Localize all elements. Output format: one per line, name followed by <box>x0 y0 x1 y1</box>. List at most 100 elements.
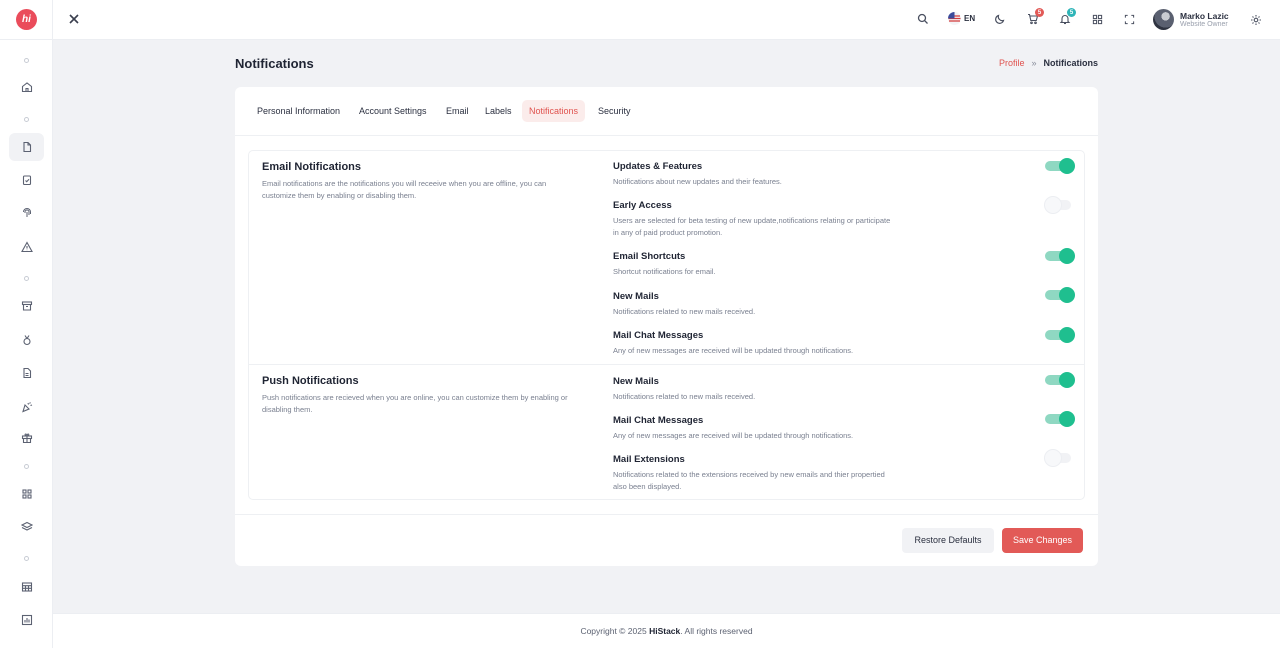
cart-count-badge: 5 <box>1035 8 1044 17</box>
cart-button[interactable]: 5 <box>1027 8 1044 25</box>
setting-title: Mail Extensions <box>613 454 685 465</box>
apps-menu-button[interactable] <box>1092 14 1103 25</box>
moon-icon <box>995 14 1005 24</box>
sidebar-item-tasks[interactable] <box>9 166 44 194</box>
user-name: Marko Lazic <box>1180 11 1229 21</box>
restore-defaults-button[interactable]: Restore Defaults <box>902 528 994 553</box>
fullscreen-button[interactable] <box>1124 14 1135 25</box>
copyright-text: Copyright © 2025 <box>580 626 650 636</box>
clipboard-check-icon <box>22 175 31 186</box>
file-icon <box>22 141 31 153</box>
gear-icon <box>1251 15 1261 25</box>
gift-icon <box>21 433 32 444</box>
menu-category-dot <box>24 556 29 561</box>
search-button[interactable] <box>917 13 929 25</box>
footer-brand-link[interactable]: HiStack <box>649 626 680 636</box>
sidebar-item-badges[interactable] <box>9 326 44 354</box>
page-footer: Copyright © 2025 HiStack. All rights res… <box>53 613 1280 648</box>
setting-title: New Mails <box>613 291 659 302</box>
logo-area: hi <box>0 0 53 40</box>
setting-description: Shortcut notifications for email. <box>613 267 716 276</box>
setting-description: Notifications about new updates and thei… <box>613 177 782 186</box>
notification-settings-panel: Email Notifications Email notifications … <box>248 150 1085 500</box>
setting-title: Mail Chat Messages <box>613 415 704 426</box>
sidebar-item-celebrate[interactable] <box>9 393 44 421</box>
fingerprint-icon <box>22 208 31 217</box>
toggle-updates-features[interactable] <box>1045 157 1075 175</box>
settings-button[interactable] <box>1250 14 1262 26</box>
sidebar-item-authentication[interactable] <box>9 199 44 227</box>
setting-title: Email Shortcuts <box>613 251 686 262</box>
us-flag-icon <box>948 12 961 25</box>
setting-title: Mail Chat Messages <box>613 330 704 341</box>
settings-tabs: Personal Information Account Settings Em… <box>235 87 1098 136</box>
app-logo[interactable]: hi <box>16 9 37 30</box>
search-icon <box>917 13 928 24</box>
sidebar-item-pages[interactable] <box>9 133 44 161</box>
language-selector[interactable]: EN <box>948 12 975 25</box>
close-icon <box>69 14 79 24</box>
table-icon <box>21 582 32 592</box>
tab-notifications[interactable]: Notifications <box>522 100 586 122</box>
tab-account-settings[interactable]: Account Settings <box>352 100 434 122</box>
grid-icon <box>21 489 32 499</box>
menu-category-dot <box>24 58 29 63</box>
breadcrumb-current: Notifications <box>1043 58 1098 68</box>
toggle-mail-chat-messages[interactable] <box>1045 326 1075 344</box>
user-profile-menu[interactable]: Marko Lazic Website Owner <box>1153 9 1229 30</box>
toggle-push-mail-extensions[interactable] <box>1045 449 1075 467</box>
push-notifications-description: Push notifications are recieved when you… <box>262 393 568 414</box>
tab-email[interactable]: Email <box>439 100 476 122</box>
toggle-early-access[interactable] <box>1045 196 1075 214</box>
sidebar-item-apps[interactable] <box>9 480 44 508</box>
sidebar-item-gifts[interactable] <box>9 424 44 452</box>
tab-personal-information[interactable]: Personal Information <box>250 100 347 122</box>
setting-description: Any of new messages are received will be… <box>613 346 854 355</box>
setting-description: Notifications related to the extensions … <box>613 470 885 491</box>
setting-title: New Mails <box>613 376 659 387</box>
setting-description: Users are selected for beta testing of n… <box>613 216 891 237</box>
fullscreen-icon <box>1124 14 1135 25</box>
sidebar-item-charts[interactable] <box>9 606 44 634</box>
save-changes-button[interactable]: Save Changes <box>1002 528 1083 553</box>
sidebar-item-dashboard[interactable] <box>9 73 44 101</box>
layers-icon <box>20 521 33 531</box>
apps-grid-icon <box>1092 14 1103 25</box>
breadcrumb-link-profile[interactable]: Profile <box>999 58 1025 68</box>
setting-title: Updates & Features <box>613 161 703 172</box>
user-role: Website Owner <box>1180 21 1228 28</box>
email-notifications-description: Email notifications are the notification… <box>262 179 547 200</box>
notifications-button[interactable]: 5 <box>1059 8 1076 25</box>
sidebar-item-documents[interactable] <box>9 359 44 387</box>
setting-title: Early Access <box>613 200 672 211</box>
theme-toggle-button[interactable] <box>994 13 1006 25</box>
sidebar-item-layers[interactable] <box>9 513 44 541</box>
toggle-push-new-mails[interactable] <box>1045 371 1075 389</box>
avatar <box>1153 9 1174 30</box>
setting-description: Notifications related to new mails recei… <box>613 307 756 316</box>
party-popper-icon <box>21 402 32 413</box>
toggle-email-shortcuts[interactable] <box>1045 247 1075 265</box>
toggle-push-mail-chat-messages[interactable] <box>1045 410 1075 428</box>
sidebar-item-archive[interactable] <box>9 292 44 320</box>
sidebar: hi <box>0 0 53 648</box>
push-notifications-title: Push Notifications <box>262 375 359 387</box>
tab-security[interactable]: Security <box>591 100 638 122</box>
language-code: EN <box>964 14 976 23</box>
close-sidebar-button[interactable] <box>68 13 80 25</box>
chart-icon <box>21 614 32 626</box>
section-divider <box>249 364 1084 365</box>
settings-card: Personal Information Account Settings Em… <box>235 87 1098 566</box>
document-icon <box>22 367 31 379</box>
sidebar-item-tables[interactable] <box>9 573 44 601</box>
menu-category-dot <box>24 276 29 281</box>
setting-description: Any of new messages are received will be… <box>613 431 854 440</box>
tab-labels[interactable]: Labels <box>478 100 519 122</box>
home-icon <box>21 82 32 93</box>
archive-icon <box>21 301 32 311</box>
top-header: EN 5 5 Marko Lazic Website Owner <box>53 0 1280 40</box>
toggle-new-mails[interactable] <box>1045 286 1075 304</box>
breadcrumb: Profile » Notifications <box>999 58 1098 68</box>
sidebar-item-error[interactable] <box>9 233 44 261</box>
card-footer-divider <box>235 514 1098 515</box>
